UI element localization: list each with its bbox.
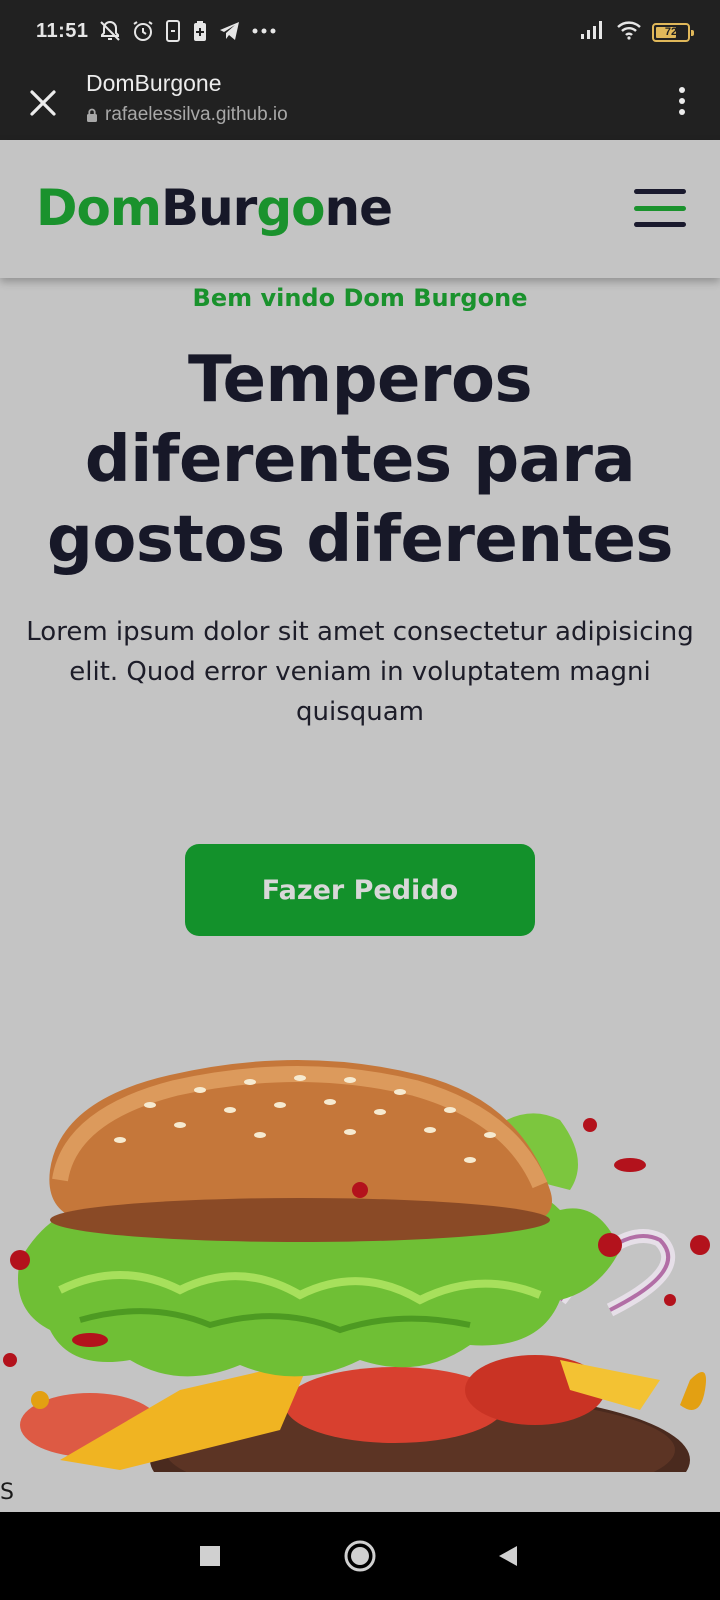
signal-icon (580, 20, 606, 44)
status-bar: 11:51 72 (0, 0, 720, 64)
burger-image (0, 1060, 720, 1472)
order-button[interactable]: Fazer Pedido (185, 844, 535, 936)
browser-toolbar: DomBurgone rafaelessilva.github.io (0, 64, 720, 140)
browser-menu-button[interactable] (662, 78, 702, 124)
welcome-text: Bem vindo Dom Burgone (192, 284, 528, 312)
hero-section: Bem vindo Dom Burgone Temperos diferente… (0, 278, 720, 936)
battery-level: 72 (664, 26, 678, 38)
back-button[interactable] (486, 1534, 530, 1578)
hamburger-menu-button[interactable] (634, 189, 686, 227)
home-button[interactable] (338, 1534, 382, 1578)
browser-page-title: DomBurgone (86, 70, 222, 96)
burger-illustration (3, 1060, 710, 1472)
logo-part-go: go (256, 179, 325, 237)
more-vert-dot (679, 98, 685, 104)
wifi-icon (616, 20, 642, 44)
hamburger-icon-bar (634, 205, 686, 211)
browser-url: rafaelessilva.github.io (105, 104, 288, 125)
logo-part-dom: Dom (36, 179, 162, 237)
status-time: 11:51 (36, 20, 89, 42)
hero-description: Lorem ipsum dolor sit amet consectetur a… (26, 617, 694, 727)
recents-button[interactable] (188, 1534, 232, 1578)
footer-text-fragment: S (0, 1480, 14, 1505)
close-icon (30, 90, 56, 116)
phone-icon (164, 19, 182, 43)
logo-part-bur: Bur (160, 179, 257, 237)
lock-icon (87, 108, 97, 122)
hamburger-icon-bar (634, 189, 686, 194)
home-icon (344, 1540, 376, 1572)
battery-icon: 72 (652, 22, 694, 42)
hero-headline: Temperos diferentes para gostos diferent… (47, 343, 673, 577)
system-navigation-bar (0, 1512, 720, 1600)
more-icon (251, 19, 277, 43)
recents-icon (200, 1546, 220, 1566)
site-header: DomBurgone (0, 140, 720, 278)
back-icon (499, 1546, 517, 1566)
site-logo[interactable]: DomBurgone (36, 178, 394, 238)
telegram-icon (218, 19, 242, 43)
alarm-icon (131, 19, 155, 43)
notifications-off-icon (98, 19, 122, 43)
browser-url-row: rafaelessilva.github.io (86, 104, 288, 126)
hamburger-icon-bar (634, 222, 686, 227)
close-tab-button[interactable] (20, 80, 66, 126)
battery-saver-icon (191, 19, 209, 43)
status-left-icons (98, 19, 277, 43)
more-vert-icon (679, 87, 685, 93)
more-vert-dot (679, 109, 685, 115)
logo-part-ne: ne (324, 179, 394, 237)
status-right-icons: 72 (580, 20, 694, 44)
